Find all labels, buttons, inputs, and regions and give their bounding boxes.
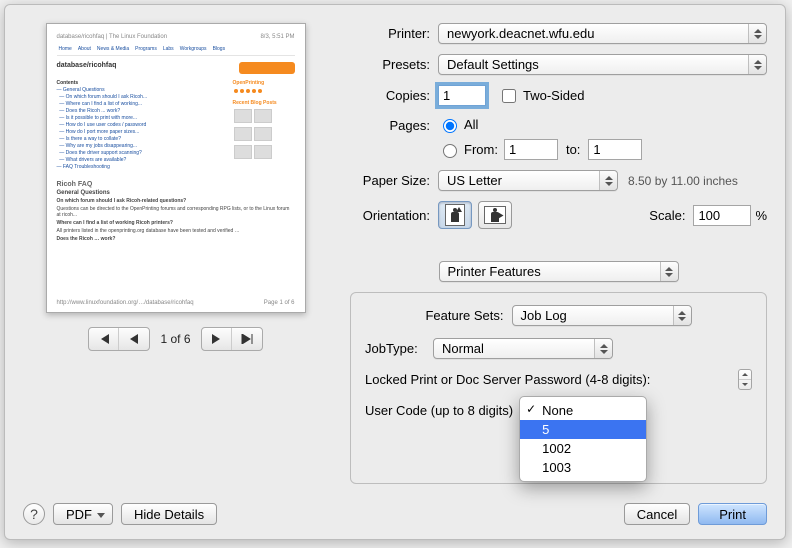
next-page-button[interactable] <box>202 328 232 350</box>
preview-title: database/ricohfaq <box>57 62 117 69</box>
printer-label: Printer: <box>350 26 438 41</box>
user-code-option-5[interactable]: 5 <box>520 420 646 439</box>
print-button[interactable]: Print <box>698 503 767 525</box>
copies-label: Copies: <box>350 88 438 103</box>
user-code-label: User Code (up to 8 digits) <box>365 403 513 418</box>
user-code-option-none[interactable]: None <box>520 401 646 420</box>
preview-header-left: database/ricohfaq | The Linux Foundation <box>57 34 168 40</box>
feature-sets-label: Feature Sets: <box>425 308 503 323</box>
settings-column: Printer: newyork.deacnet.wfu.edu Presets… <box>350 23 767 481</box>
scale-input[interactable] <box>693 205 751 226</box>
pages-to-input[interactable] <box>588 139 642 160</box>
pager-back-group <box>88 327 150 351</box>
job-type-label: JobType: <box>365 341 433 356</box>
user-code-option-1002[interactable]: 1002 <box>520 439 646 458</box>
first-page-button[interactable] <box>89 328 119 350</box>
help-button[interactable]: ? <box>23 503 45 525</box>
page-indicator: 1 of 6 <box>160 332 190 346</box>
dialog-body: database/ricohfaq | The Linux Foundation… <box>23 23 767 481</box>
hide-details-button[interactable]: Hide Details <box>121 503 217 525</box>
print-preview: database/ricohfaq | The Linux Foundation… <box>46 23 306 313</box>
dialog-footer: ? PDF Hide Details Cancel Print <box>23 503 767 525</box>
copies-input[interactable] <box>438 85 486 106</box>
prev-page-button[interactable] <box>119 328 149 350</box>
feature-sets-select[interactable]: Job Log <box>512 305 692 326</box>
printer-features-group: Feature Sets: Job Log JobType: Normal Lo… <box>350 292 767 484</box>
orientation-landscape-button[interactable] <box>478 201 512 229</box>
two-sided-checkbox[interactable] <box>502 89 516 103</box>
paper-size-label: Paper Size: <box>350 173 438 188</box>
user-code-option-1003[interactable]: 1003 <box>520 458 646 477</box>
paper-dimensions: 8.50 by 11.00 inches <box>628 174 738 188</box>
presets-select[interactable]: Default Settings <box>438 54 767 75</box>
pages-all-label: All <box>464 117 478 132</box>
pages-to-label: to: <box>566 142 580 157</box>
section-select[interactable]: Printer Features <box>439 261 679 282</box>
job-type-select[interactable]: Normal <box>433 338 613 359</box>
scale-unit: % <box>755 208 767 223</box>
two-sided-label: Two-Sided <box>523 88 584 103</box>
pdf-menu-button[interactable]: PDF <box>53 503 113 525</box>
pages-from-radio[interactable] <box>443 144 457 158</box>
locked-password-stepper[interactable] <box>738 369 752 390</box>
preview-column: database/ricohfaq | The Linux Foundation… <box>23 23 328 481</box>
last-page-button[interactable] <box>232 328 262 350</box>
pages-from-label: From: <box>464 142 498 157</box>
pages-from-input[interactable] <box>504 139 558 160</box>
preview-pager: 1 of 6 <box>88 327 262 351</box>
scale-label: Scale: <box>649 208 685 223</box>
pages-label: Pages: <box>350 116 438 133</box>
presets-label: Presets: <box>350 57 438 72</box>
printer-select[interactable]: newyork.deacnet.wfu.edu <box>438 23 767 44</box>
paper-size-select[interactable]: US Letter <box>438 170 618 191</box>
print-dialog: database/ricohfaq | The Linux Foundation… <box>4 4 786 540</box>
locked-password-label: Locked Print or Doc Server Password (4-8… <box>365 372 650 387</box>
orientation-label: Orientation: <box>350 208 438 223</box>
orientation-portrait-button[interactable] <box>438 201 472 229</box>
pages-all-radio[interactable] <box>443 119 457 133</box>
cancel-button[interactable]: Cancel <box>624 503 690 525</box>
pager-fwd-group <box>201 327 263 351</box>
user-code-menu[interactable]: None 5 1002 1003 <box>519 396 647 482</box>
preview-header-right: 8/3, 5:51 PM <box>260 34 294 40</box>
